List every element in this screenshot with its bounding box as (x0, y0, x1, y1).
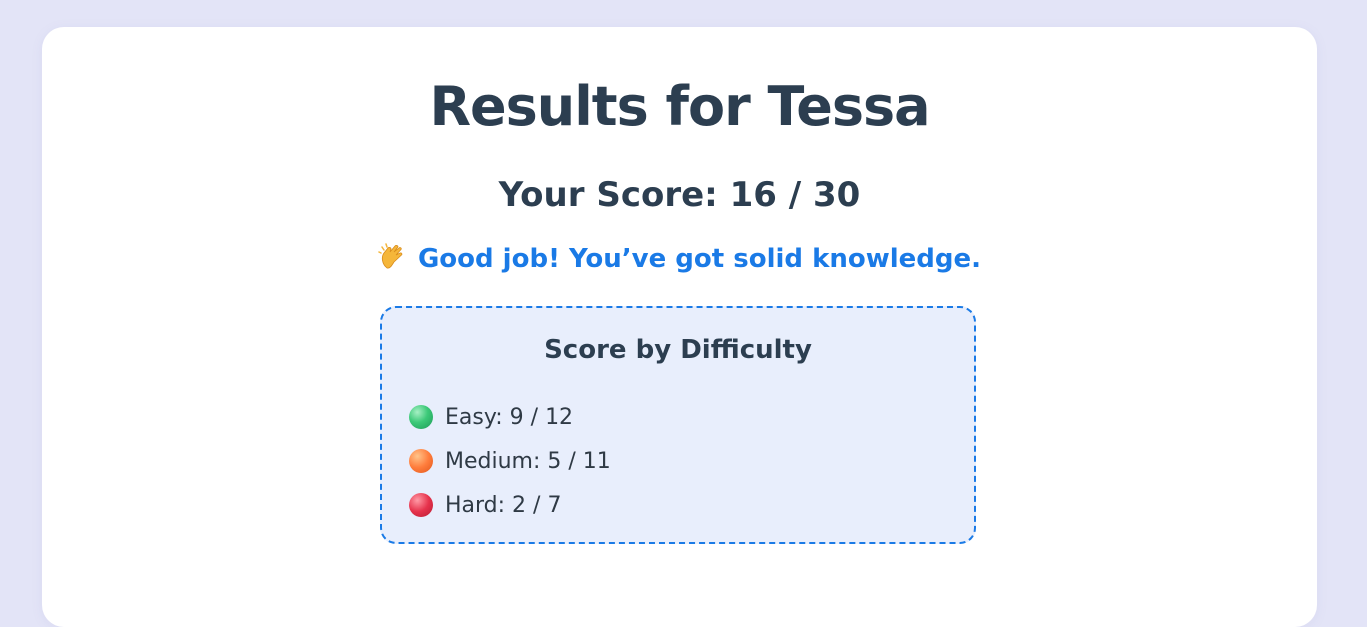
difficulty-label-medium: Medium: 5 / 11 (445, 448, 611, 474)
orange-circle-icon (409, 449, 433, 473)
clapping-hands-icon (378, 242, 408, 272)
green-circle-icon (409, 405, 433, 429)
difficulty-breakdown-panel: Score by Difficulty Easy: 9 / 12 Medium:… (380, 306, 976, 544)
red-circle-icon (409, 493, 433, 517)
score-heading: Your Score: 16 / 30 (498, 175, 861, 215)
difficulty-label-hard: Hard: 2 / 7 (445, 492, 562, 518)
difficulty-item-hard: Hard: 2 / 7 (409, 483, 611, 527)
difficulty-list: Easy: 9 / 12 Medium: 5 / 11 Hard: 2 / 7 (409, 395, 611, 527)
page-title: Results for Tessa (429, 75, 930, 138)
results-card: Results for Tessa Your Score: 16 / 30 Go… (42, 27, 1317, 627)
feedback-text: Good job! You’ve got solid knowledge. (417, 244, 982, 274)
difficulty-item-medium: Medium: 5 / 11 (409, 439, 611, 483)
feedback-message: Good job! You’ve got solid knowledge. (42, 242, 1317, 272)
breakdown-title: Score by Difficulty (544, 335, 812, 365)
difficulty-label-easy: Easy: 9 / 12 (445, 404, 574, 430)
difficulty-item-easy: Easy: 9 / 12 (409, 395, 611, 439)
